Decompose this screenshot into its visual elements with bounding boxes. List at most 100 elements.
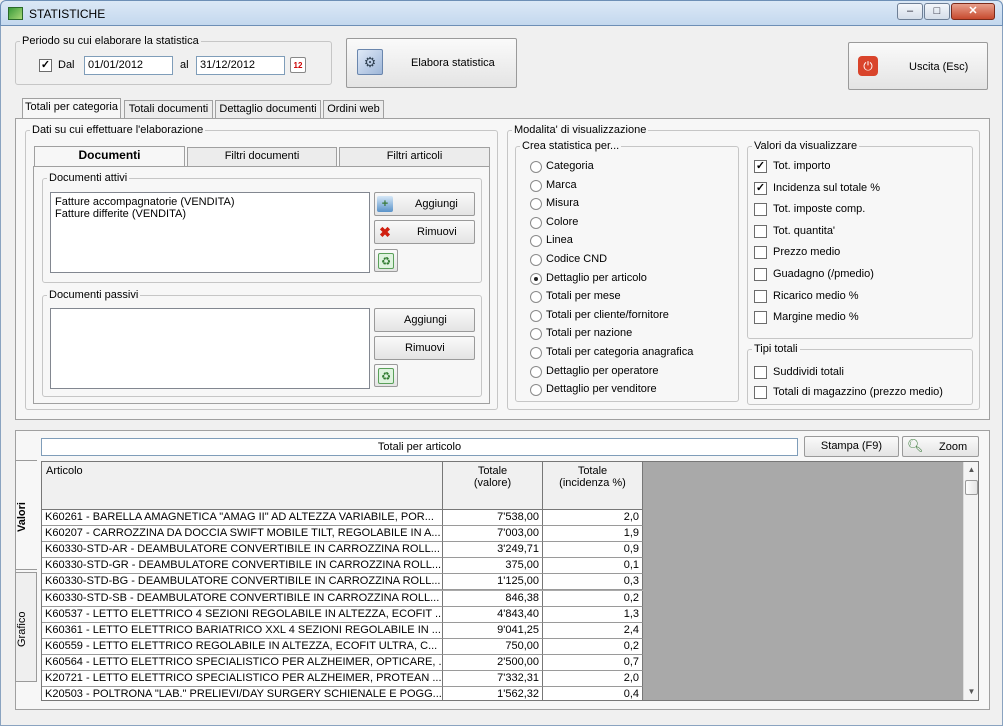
documenti-attivi-list[interactable]: Fatture accompagnatorie (VENDITA) Fattur…: [50, 192, 370, 273]
cell-incidenza[interactable]: 0,2: [543, 590, 643, 607]
subtab-filtri-articoli[interactable]: Filtri articoli: [339, 147, 490, 166]
cell-articolo[interactable]: K60559 - LETTO ELETTRICO REGOLABILE IN A…: [42, 638, 443, 655]
tab-dettaglio-documenti[interactable]: Dettaglio documenti: [215, 100, 321, 119]
cell-valore[interactable]: 750,00: [443, 638, 543, 655]
table-row[interactable]: K20503 - POLTRONA "LAB." PRELIEVI/DAY SU…: [42, 687, 643, 700]
valori-label[interactable]: Prezzo medio: [773, 246, 840, 258]
crea-option-label[interactable]: Misura: [546, 197, 579, 209]
cell-articolo[interactable]: K60261 - BARELLA AMAGNETICA "AMAG II" AD…: [42, 510, 443, 526]
valori-label[interactable]: Tot. imposte comp.: [773, 203, 865, 215]
table-row[interactable]: K60330-STD-GR - DEAMBULATORE CONVERTIBIL…: [42, 558, 643, 575]
crea-option-radio[interactable]: [530, 254, 542, 266]
cell-incidenza[interactable]: 0,4: [543, 687, 643, 700]
cell-valore[interactable]: 7'332,31: [443, 671, 543, 687]
rimuovi-passivi-button[interactable]: Rimuovi: [374, 336, 475, 360]
scroll-up-icon[interactable]: ▲: [964, 462, 979, 477]
cell-incidenza[interactable]: 2,4: [543, 622, 643, 639]
crea-option-radio[interactable]: [530, 161, 542, 173]
dal-checkbox[interactable]: ✓: [39, 59, 52, 72]
crea-option-radio[interactable]: [530, 347, 542, 359]
crea-option-radio[interactable]: [530, 179, 542, 192]
cell-valore[interactable]: 3'249,71: [443, 542, 543, 559]
crea-option-label[interactable]: Totali per cliente/fornitore: [546, 309, 669, 321]
cell-incidenza[interactable]: 0,9: [543, 542, 643, 559]
cell-valore[interactable]: 4'843,40: [443, 606, 543, 623]
maximize-button[interactable]: □: [924, 3, 950, 20]
cell-valore[interactable]: 7'003,00: [443, 526, 543, 543]
cell-valore[interactable]: 1'125,00: [443, 574, 543, 591]
cell-incidenza[interactable]: 0,3: [543, 574, 643, 591]
crea-option-label[interactable]: Dettaglio per operatore: [546, 365, 659, 377]
crea-option-label[interactable]: Dettaglio per articolo: [546, 272, 647, 284]
minimize-button[interactable]: –: [897, 3, 923, 20]
table-row[interactable]: K60330-STD-AR - DEAMBULATORE CONVERTIBIL…: [42, 542, 643, 559]
rimuovi-attivi-button[interactable]: ✖ Rimuovi: [374, 220, 475, 244]
valori-label[interactable]: Incidenza sul totale %: [773, 182, 880, 194]
crea-option-radio[interactable]: [530, 272, 542, 285]
table-row[interactable]: K60361 - LETTO ELETTRICO BARIATRICO XXL …: [42, 622, 643, 639]
subtab-documenti[interactable]: Documenti: [34, 146, 185, 167]
cell-articolo[interactable]: K60330-STD-AR - DEAMBULATORE CONVERTIBIL…: [42, 542, 443, 559]
cell-incidenza[interactable]: 0,1: [543, 558, 643, 575]
calendar-icon[interactable]: 12: [290, 57, 306, 73]
crea-option-label[interactable]: Totali per nazione: [546, 327, 632, 339]
valori-checkbox[interactable]: [754, 289, 767, 303]
cell-articolo[interactable]: K60537 - LETTO ELETTRICO 4 SEZIONI REGOL…: [42, 606, 443, 623]
cell-valore[interactable]: 9'041,25: [443, 622, 543, 639]
aggiungi-passivi-button[interactable]: Aggiungi: [374, 308, 475, 332]
list-item[interactable]: Fatture differite (VENDITA): [55, 208, 365, 220]
valori-label[interactable]: Tot. quantita': [773, 225, 835, 237]
table-row[interactable]: K60207 - CARROZZINA DA DOCCIA SWIFT MOBI…: [42, 526, 643, 543]
cell-valore[interactable]: 375,00: [443, 558, 543, 575]
col-articolo-header[interactable]: Articolo: [42, 462, 443, 510]
clear-attivi-button[interactable]: ♻: [374, 249, 398, 272]
valori-checkbox[interactable]: ✓: [754, 160, 767, 173]
scroll-thumb[interactable]: [965, 480, 978, 495]
valori-label[interactable]: Margine medio %: [773, 311, 859, 323]
table-row[interactable]: K60564 - LETTO ELETTRICO SPECIALISTICO P…: [42, 654, 643, 671]
tipi-checkbox[interactable]: [754, 386, 767, 399]
table-row[interactable]: K60261 - BARELLA AMAGNETICA "AMAG II" AD…: [42, 510, 643, 526]
crea-option-label[interactable]: Totali per mese: [546, 290, 621, 302]
cell-articolo[interactable]: K60330-STD-GR - DEAMBULATORE CONVERTIBIL…: [42, 558, 443, 575]
cell-articolo[interactable]: K60564 - LETTO ELETTRICO SPECIALISTICO P…: [42, 654, 443, 671]
vertical-scrollbar[interactable]: ▲ ▼: [963, 462, 978, 700]
cell-incidenza[interactable]: 1,9: [543, 526, 643, 543]
elabora-statistica-button[interactable]: ⚙ Elabora statistica: [346, 38, 517, 88]
cell-articolo[interactable]: K60207 - CARROZZINA DA DOCCIA SWIFT MOBI…: [42, 526, 443, 543]
date-from-input[interactable]: 01/01/2012: [84, 56, 173, 75]
col-incidenza-header[interactable]: Totale (incidenza %): [543, 462, 643, 510]
valori-checkbox[interactable]: [754, 268, 767, 281]
table-row[interactable]: K60559 - LETTO ELETTRICO REGOLABILE IN A…: [42, 638, 643, 655]
crea-option-label[interactable]: Categoria: [546, 160, 594, 172]
date-to-input[interactable]: 31/12/2012: [196, 56, 285, 75]
valori-checkbox[interactable]: ✓: [754, 181, 767, 195]
tab-ordini-web[interactable]: Ordini web: [323, 100, 384, 119]
crea-option-label[interactable]: Marca: [546, 179, 577, 191]
crea-option-label[interactable]: Totali per categoria anagrafica: [546, 346, 693, 358]
crea-option-label[interactable]: Linea: [546, 234, 573, 246]
table-row[interactable]: K60330-STD-SB - DEAMBULATORE CONVERTIBIL…: [42, 590, 643, 607]
crea-option-radio[interactable]: [530, 216, 542, 229]
table-row[interactable]: K60330-STD-BG - DEAMBULATORE CONVERTIBIL…: [42, 574, 643, 591]
crea-option-label[interactable]: Dettaglio per venditore: [546, 383, 657, 395]
tipi-label[interactable]: Totali di magazzino (prezzo medio): [773, 386, 943, 398]
cell-articolo[interactable]: K60330-STD-BG - DEAMBULATORE CONVERTIBIL…: [42, 574, 443, 591]
cell-articolo[interactable]: K60330-STD-SB - DEAMBULATORE CONVERTIBIL…: [42, 590, 443, 607]
tab-valori[interactable]: Valori: [15, 460, 37, 570]
zoom-button[interactable]: 🔍︎ Zoom: [902, 436, 979, 457]
valori-checkbox[interactable]: [754, 224, 767, 238]
results-grid[interactable]: Articolo Totale (valore) Totale (inciden…: [41, 461, 979, 701]
list-item[interactable]: Fatture accompagnatorie (VENDITA): [55, 196, 365, 208]
valori-label[interactable]: Ricarico medio %: [773, 290, 859, 302]
scroll-down-icon[interactable]: ▼: [964, 684, 979, 699]
uscita-button[interactable]: ⏻ Uscita (Esc): [848, 42, 988, 90]
cell-incidenza[interactable]: 2,0: [543, 671, 643, 687]
cell-valore[interactable]: 2'500,00: [443, 654, 543, 671]
valori-checkbox[interactable]: [754, 246, 767, 260]
valori-label[interactable]: Tot. importo: [773, 160, 830, 172]
crea-option-radio[interactable]: [530, 365, 542, 378]
tab-grafico[interactable]: Grafico: [15, 572, 37, 682]
cell-articolo[interactable]: K20503 - POLTRONA "LAB." PRELIEVI/DAY SU…: [42, 687, 443, 700]
clear-passivi-button[interactable]: ♻: [374, 364, 398, 387]
